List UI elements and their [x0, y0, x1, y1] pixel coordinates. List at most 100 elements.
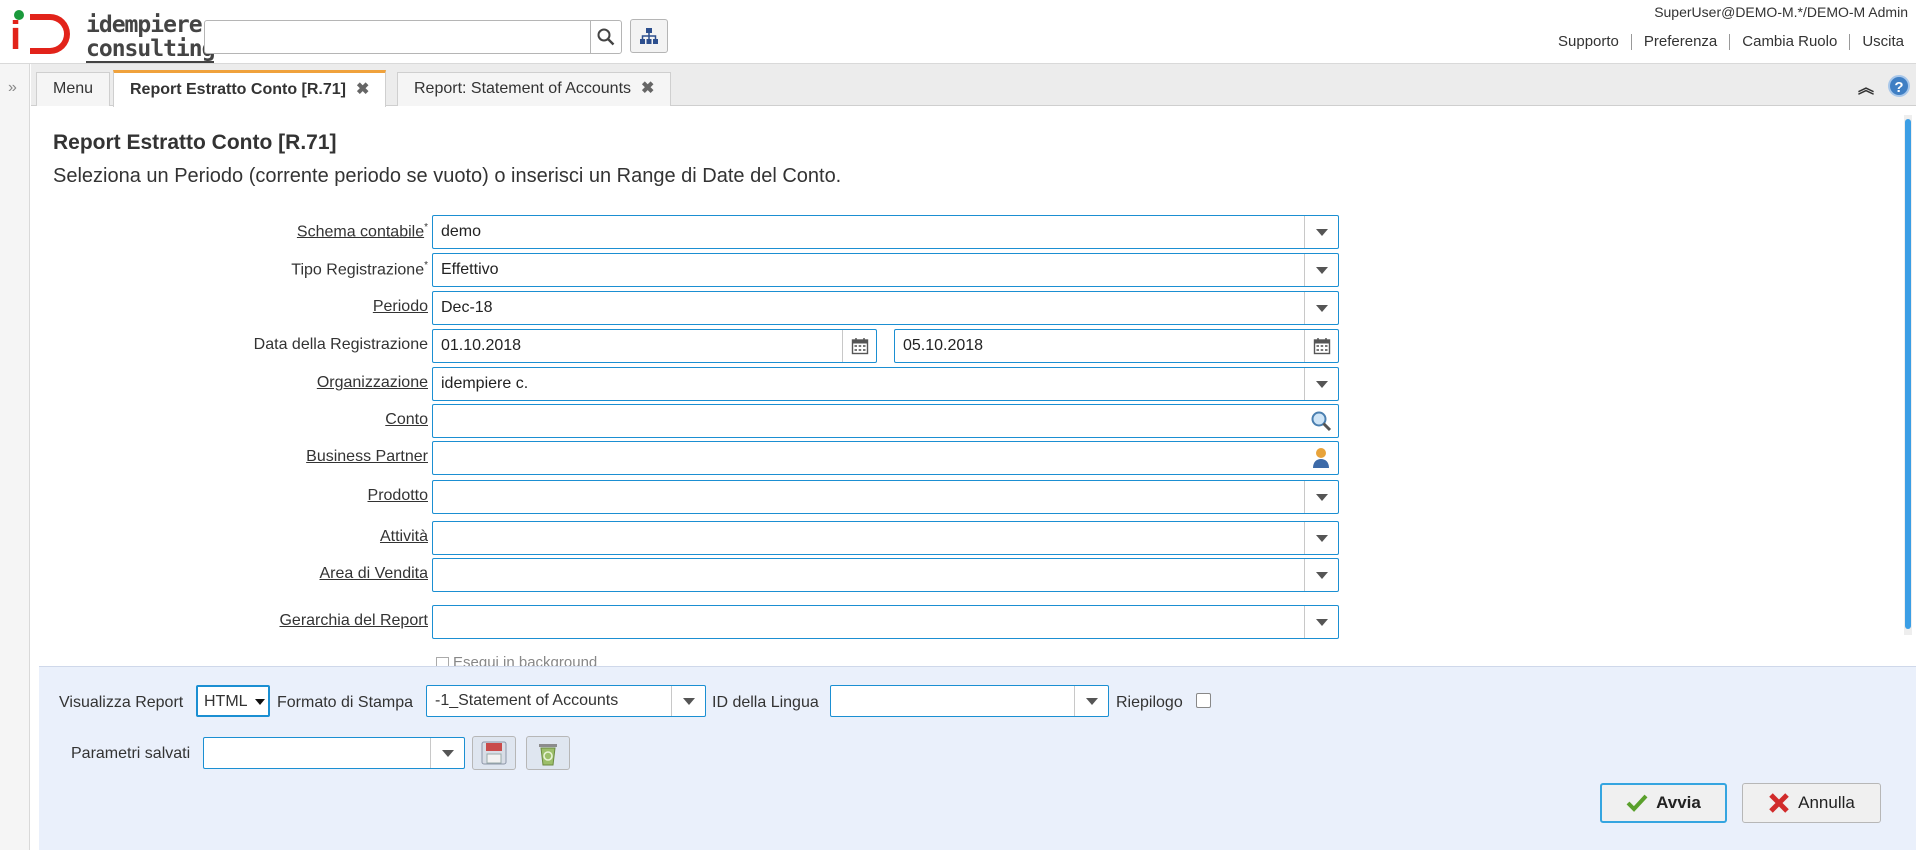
prodotto-field[interactable] — [432, 480, 1339, 514]
checkmark-icon — [1626, 794, 1648, 812]
chevron-down-icon — [1315, 618, 1328, 626]
bp-label: Business Partner — [306, 448, 428, 465]
background-checkbox[interactable] — [436, 656, 449, 666]
save-params-button[interactable] — [472, 736, 516, 770]
link-uscita[interactable]: Uscita — [1849, 34, 1916, 50]
periodo-field[interactable]: Dec-18 — [432, 291, 1339, 325]
close-icon — [1769, 793, 1789, 813]
vertical-scrollbar[interactable] — [1904, 115, 1912, 635]
search-icon — [597, 28, 615, 46]
floppy-disk-icon — [481, 741, 507, 765]
cancel-button-label: Annulla — [1798, 793, 1855, 812]
tab-menu[interactable]: Menu — [36, 72, 111, 106]
output-type-value: HTML — [204, 693, 248, 710]
chevron-down-icon — [1315, 493, 1328, 501]
report-options-panel: Visualizza Report HTML Formato di Stampa… — [39, 666, 1916, 850]
app-header: i idempiere consulting SuperUser@DEMO-M.… — [0, 0, 1916, 64]
bp-field[interactable] — [432, 441, 1339, 475]
chevron-down-icon — [1315, 380, 1328, 388]
date-from-calendar-button[interactable] — [842, 330, 876, 362]
chevron-down-icon — [1315, 571, 1328, 579]
app-logo: i idempiere consulting — [10, 10, 215, 63]
language-dropdown-button[interactable] — [1074, 686, 1108, 716]
date-to-calendar-button[interactable] — [1304, 330, 1338, 362]
print-format-dropdown-button[interactable] — [671, 686, 705, 716]
date-from-value: 01.10.2018 — [441, 337, 522, 354]
help-icon[interactable]: ? — [1888, 75, 1910, 97]
chevron-down-icon — [1315, 534, 1328, 542]
gerarchia-label: Gerarchia del Report — [279, 612, 428, 629]
schema-value: demo — [441, 223, 482, 240]
tab-statement-of-accounts[interactable]: Report: Statement of Accounts ✖ — [397, 72, 672, 106]
cancel-button[interactable]: Annulla — [1742, 783, 1881, 823]
prodotto-label: Prodotto — [367, 487, 428, 504]
tipo-dropdown-button[interactable] — [1304, 254, 1338, 286]
chevron-down-icon — [1085, 697, 1098, 705]
global-search-input[interactable] — [204, 20, 591, 54]
conto-label: Conto — [385, 411, 428, 428]
prodotto-dropdown-button[interactable] — [1304, 481, 1338, 513]
attivita-field[interactable] — [432, 521, 1339, 555]
tab-bar: Menu Report Estratto Conto [R.71] ✖ Repor… — [31, 64, 1916, 107]
collapse-up-icon[interactable]: ︽ — [1858, 74, 1874, 98]
riepilogo-label: Riepilogo — [1116, 694, 1183, 711]
delete-params-button[interactable] — [526, 736, 570, 770]
schema-dropdown-button[interactable] — [1304, 216, 1338, 248]
link-preferenza[interactable]: Preferenza — [1630, 34, 1729, 50]
attivita-label: Attività — [379, 528, 428, 545]
menu-tree-button[interactable] — [630, 19, 668, 53]
chevron-down-icon — [441, 749, 454, 757]
saved-params-field[interactable] — [203, 737, 465, 769]
attivita-dropdown-button[interactable] — [1304, 522, 1338, 554]
date-to-field[interactable]: 05.10.2018 — [894, 329, 1339, 363]
org-dropdown-button[interactable] — [1304, 368, 1338, 400]
recycle-bin-icon — [539, 744, 557, 766]
tab-report-estratto-conto[interactable]: Report Estratto Conto [R.71] ✖ — [113, 70, 387, 107]
language-field[interactable] — [830, 685, 1109, 717]
calendar-icon — [1313, 338, 1330, 355]
bp-lookup-button[interactable] — [1304, 442, 1338, 474]
gerarchia-dropdown-button[interactable] — [1304, 606, 1338, 638]
org-label: Organizzazione — [316, 374, 428, 391]
gerarchia-field[interactable] — [432, 605, 1339, 639]
tab-label: Report Estratto Conto [R.71] — [130, 81, 346, 98]
close-tab-icon[interactable]: ✖ — [356, 81, 369, 98]
schema-field[interactable]: demo — [432, 215, 1339, 249]
run-button[interactable]: Avvia — [1600, 783, 1727, 823]
visualizza-label: Visualizza Report — [59, 694, 184, 711]
conto-field[interactable] — [432, 404, 1339, 438]
print-format-field[interactable]: -1_Statement of Accounts — [426, 685, 706, 717]
org-field[interactable]: idempiere c. — [432, 367, 1339, 401]
area-field[interactable] — [432, 558, 1339, 592]
chevron-down-icon — [1315, 304, 1328, 312]
tipo-field[interactable]: Effettivo — [432, 253, 1339, 287]
parametri-label: Parametri salvati — [71, 745, 191, 762]
run-button-label: Avvia — [1656, 793, 1701, 812]
calendar-icon — [851, 338, 868, 355]
tipo-label: Tipo Registrazione* — [291, 260, 428, 279]
area-dropdown-button[interactable] — [1304, 559, 1338, 591]
background-option[interactable]: Esegui in background — [436, 654, 597, 666]
magnifier-icon — [1311, 411, 1332, 432]
person-icon — [1313, 448, 1329, 468]
expand-panel-icon[interactable]: » — [8, 79, 17, 97]
link-supporto[interactable]: Supporto — [1546, 34, 1631, 50]
output-type-select[interactable]: HTML — [196, 685, 270, 717]
page-title: Report Estratto Conto [R.71] — [53, 131, 337, 154]
link-cambia-ruolo[interactable]: Cambia Ruolo — [1729, 34, 1849, 50]
saved-params-dropdown-button[interactable] — [430, 738, 464, 768]
close-tab-icon[interactable]: ✖ — [641, 80, 654, 97]
print-format-value: -1_Statement of Accounts — [435, 692, 619, 709]
sitemap-icon — [640, 28, 658, 44]
date-from-field[interactable]: 01.10.2018 — [432, 329, 877, 363]
search-button[interactable] — [590, 20, 622, 54]
west-panel: » — [0, 64, 30, 850]
tab-label: Report: Statement of Accounts — [414, 80, 632, 97]
conto-lookup-button[interactable] — [1304, 405, 1338, 437]
periodo-label: Periodo — [372, 298, 428, 315]
lingua-label: ID della Lingua — [712, 694, 819, 711]
riepilogo-checkbox[interactable] — [1196, 693, 1211, 708]
tab-label: Menu — [53, 80, 94, 97]
schema-label: Schema contabile* — [296, 222, 428, 241]
periodo-dropdown-button[interactable] — [1304, 292, 1338, 324]
